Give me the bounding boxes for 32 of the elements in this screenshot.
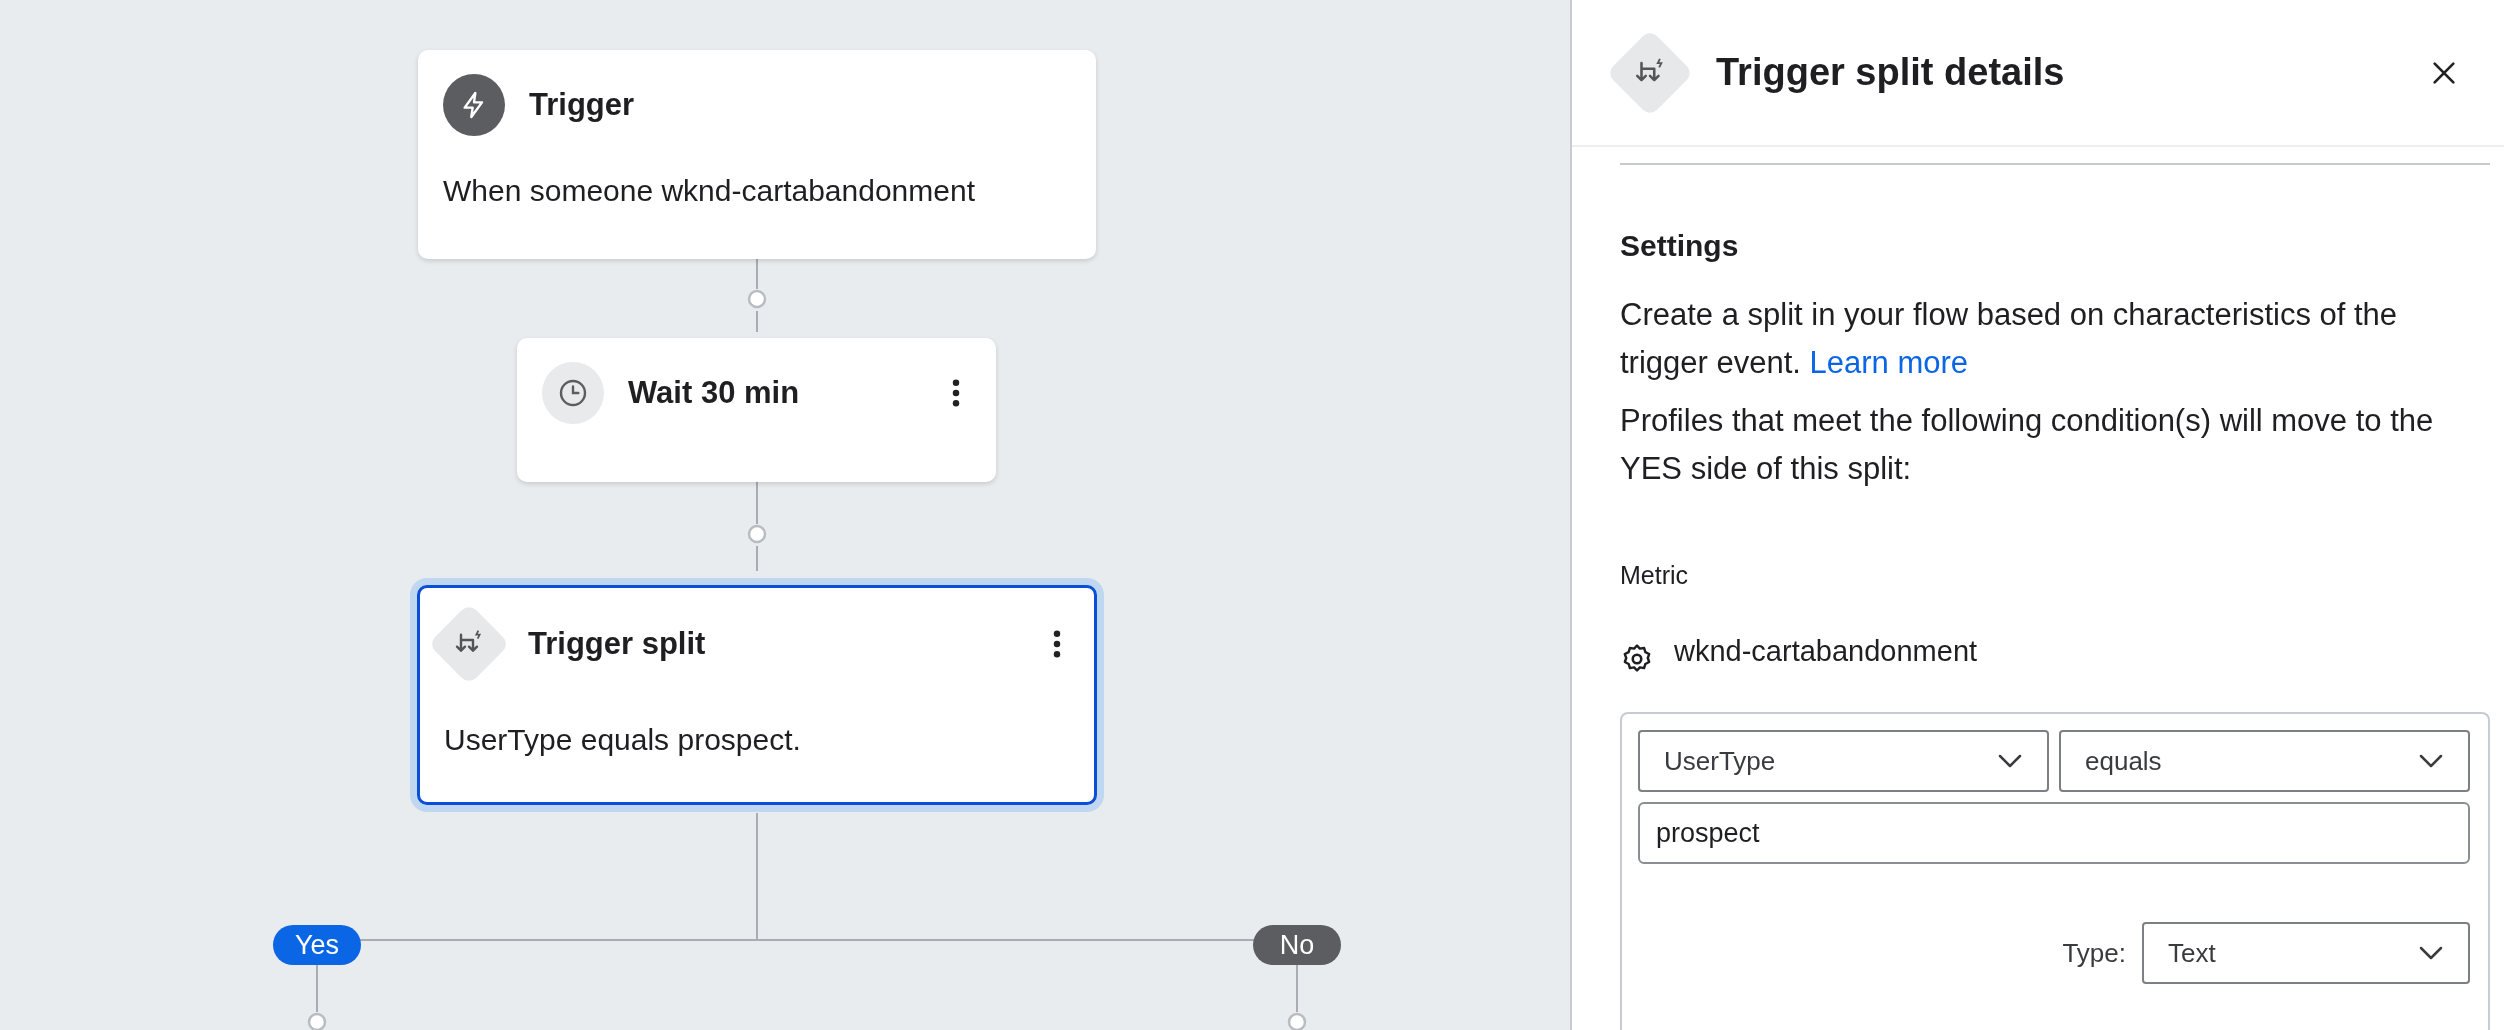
branch-label: Yes [273, 925, 361, 965]
wait-card[interactable]: Wait 30 min [517, 338, 996, 482]
clock-icon [557, 377, 589, 409]
connector-line [756, 481, 758, 525]
connector-line [756, 310, 758, 333]
learn-more-link[interactable]: Learn more [1809, 345, 1969, 380]
node-description: When someone wknd-cartabandonment [443, 174, 976, 208]
connector-dot[interactable] [747, 524, 767, 544]
metric-name: wknd-cartabandonment [1674, 634, 1978, 668]
connector-line [756, 258, 758, 290]
branch-connector [316, 964, 318, 1013]
section-heading: Settings [1620, 229, 1740, 263]
branch-label: No [1253, 925, 1341, 965]
conditions-intro-text: Profiles that meet the following condition(s) will move to the YES side of this split: [1620, 402, 2435, 488]
trigger-card[interactable]: Trigger When someone wknd-cartabandonment [418, 50, 1096, 259]
connector-dot[interactable] [747, 289, 767, 309]
kebab-icon [1053, 630, 1061, 658]
kebab-icon [952, 379, 960, 407]
metric-label: Metric [1620, 561, 1690, 590]
dropdown[interactable]: UserType [1638, 730, 2049, 792]
panel-title: Trigger split details [1716, 51, 2066, 94]
type-label: Type: [2062, 937, 2126, 969]
connector-line [756, 545, 758, 572]
description-text: Create a split in your flow based on characteristics of the trigger event. Learn more [1620, 296, 2399, 382]
node-title: Trigger split [528, 626, 707, 662]
node-title: Trigger [529, 87, 636, 123]
node-description: UserType equals prospect. [443, 723, 802, 757]
node-title: Wait 30 min [628, 375, 801, 411]
dropdown[interactable]: Text [2142, 922, 2470, 984]
dropdown[interactable]: equals [2059, 730, 2470, 792]
branch-connector [1296, 964, 1298, 1013]
value-input-field[interactable]: prospect [1638, 802, 2470, 864]
